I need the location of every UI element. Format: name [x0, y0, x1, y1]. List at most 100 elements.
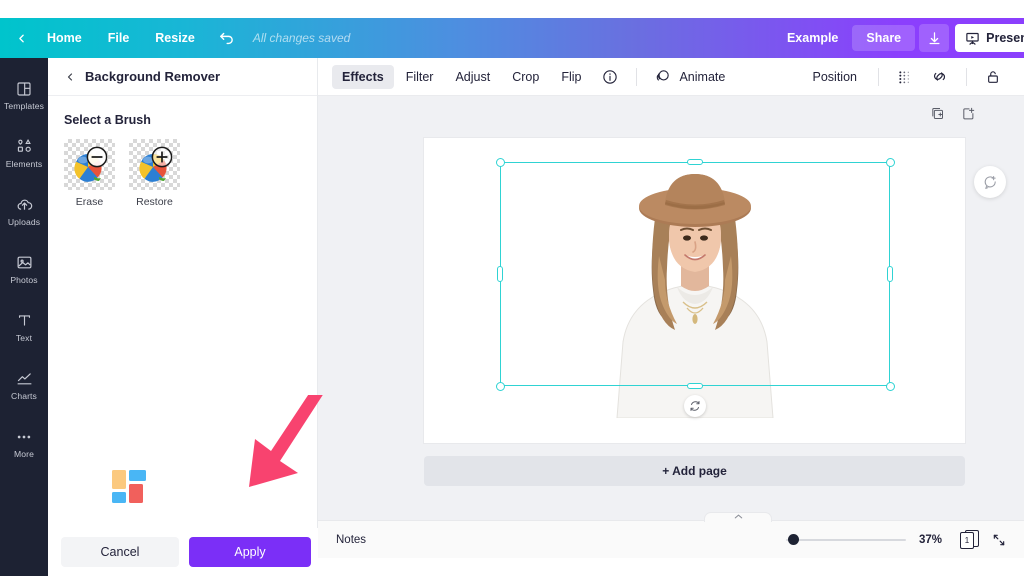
tab-effects[interactable]: Effects	[332, 64, 394, 89]
add-comment-button[interactable]	[974, 166, 1006, 198]
present-button[interactable]: Present	[955, 24, 1024, 52]
beach-ball-plus-icon	[139, 146, 173, 182]
sidebar-label-templates: Templates	[3, 100, 45, 111]
sidebar-item-uploads[interactable]: Uploads	[0, 184, 48, 238]
canva-editor-window: Home File Resize All changes saved Examp…	[0, 0, 1024, 576]
brush-restore-thumbnail	[129, 139, 180, 190]
brush-erase[interactable]: Erase	[64, 139, 115, 208]
zoom-slider-knob[interactable]	[788, 534, 799, 545]
back-button[interactable]	[8, 32, 34, 45]
undo-button[interactable]	[208, 30, 245, 47]
transparency-button[interactable]	[888, 69, 922, 85]
animate-label: Animate	[679, 69, 726, 84]
handle-bottom[interactable]	[687, 383, 703, 389]
brand-logo	[112, 470, 146, 508]
zoom-slider-track	[786, 538, 906, 541]
add-page-button-top[interactable]	[961, 106, 976, 121]
file-menu[interactable]: File	[95, 18, 143, 58]
tab-filter[interactable]: Filter	[396, 65, 444, 89]
panel-title: Background Remover	[85, 69, 221, 84]
sidebar-label-charts: Charts	[11, 390, 37, 401]
animate-button[interactable]: Animate	[646, 63, 733, 90]
tab-flip[interactable]: Flip	[551, 65, 591, 89]
panel-body: Select a Brush Erase Restore	[48, 96, 317, 208]
bottom-bar: Notes 37% 1	[318, 512, 1024, 558]
lock-icon	[988, 70, 998, 83]
handle-left[interactable]	[497, 266, 503, 282]
text-icon	[16, 312, 33, 330]
share-button[interactable]: Share	[852, 25, 916, 51]
panel-back-button[interactable]	[64, 71, 76, 83]
handle-bottom-left[interactable]	[495, 381, 505, 391]
sidebar-item-text[interactable]: Text	[0, 300, 48, 354]
collapse-notes-button[interactable]	[704, 512, 772, 522]
zoom-percent-label: 37%	[919, 533, 943, 546]
canvas-stage: + Add page	[318, 96, 1024, 520]
design-page[interactable]	[424, 138, 965, 443]
tab-crop[interactable]: Crop	[502, 65, 549, 89]
download-button[interactable]	[919, 24, 950, 52]
home-button[interactable]: Home	[34, 18, 95, 58]
info-button[interactable]	[593, 69, 627, 85]
top-bar-right: Example Share Present	[773, 18, 1024, 58]
selection-box[interactable]	[495, 157, 895, 417]
elements-icon	[16, 138, 33, 156]
brush-erase-label: Erase	[75, 196, 104, 208]
notes-button: Notes	[336, 533, 367, 546]
page-count-button[interactable]: 1	[960, 530, 979, 549]
toolbar-divider-2	[878, 67, 879, 86]
toolbar-divider	[636, 67, 638, 86]
sidebar-label-photos: Photos	[10, 274, 38, 285]
duplicate-page-icon	[932, 108, 943, 119]
expand-icon	[993, 534, 1005, 545]
handle-top[interactable]	[687, 159, 703, 165]
toolbar-divider-3	[966, 67, 967, 86]
handle-right[interactable]	[887, 266, 893, 282]
chevron-left-icon	[67, 72, 73, 81]
brush-list: Erase Restore	[64, 139, 301, 208]
chevron-up-icon	[734, 514, 742, 519]
apply-button[interactable]: Apply	[189, 537, 311, 567]
tab-adjust[interactable]: Adjust	[445, 65, 500, 89]
top-bar: Home File Resize All changes saved Examp…	[0, 18, 1024, 58]
sidebar-item-charts[interactable]: Charts	[0, 358, 48, 412]
fullscreen-button[interactable]	[992, 533, 1006, 547]
add-page-button[interactable]: + Add page	[424, 456, 965, 486]
charts-icon	[16, 370, 33, 388]
duplicate-page-button[interactable]	[930, 106, 945, 121]
sidebar-item-elements[interactable]: Elements	[0, 126, 48, 180]
sidebar-item-more[interactable]: More	[0, 416, 48, 470]
templates-icon	[16, 80, 32, 98]
download-icon	[929, 31, 940, 44]
panel-footer: Cancel Apply	[48, 528, 318, 576]
brush-restore[interactable]: Restore	[129, 139, 180, 208]
handle-top-left[interactable]	[495, 157, 505, 167]
sidebar-item-templates[interactable]: Templates	[0, 68, 48, 122]
rotate-icon	[690, 401, 700, 411]
zoom-slider[interactable]	[786, 533, 906, 547]
resize-button[interactable]: Resize	[142, 18, 208, 58]
account-name[interactable]: Example	[773, 31, 852, 45]
add-page-icon	[963, 107, 975, 120]
lock-button[interactable]	[976, 69, 1010, 85]
page-count-label: 1	[960, 532, 974, 549]
transparency-icon	[899, 70, 910, 83]
add-comment-icon	[984, 175, 996, 189]
cancel-button[interactable]: Cancel	[61, 537, 179, 567]
handle-bottom-right[interactable]	[885, 381, 895, 391]
link-button[interactable]	[922, 68, 957, 85]
undo-icon	[220, 32, 233, 44]
select-brush-heading: Select a Brush	[64, 113, 151, 127]
object-toolbar: Effects Filter Adjust Crop Flip Animate …	[318, 58, 1024, 96]
sidebar-label-text: Text	[15, 332, 33, 343]
more-icon	[15, 428, 33, 446]
present-label: Present	[986, 31, 1024, 45]
sidebar-item-photos[interactable]: Photos	[0, 242, 48, 296]
left-icon-rail: Templates Elements Uploads Photos Text C…	[0, 58, 48, 576]
presentation-icon	[966, 32, 979, 45]
brush-restore-label: Restore	[136, 196, 173, 208]
handle-top-right[interactable]	[885, 157, 895, 167]
position-button[interactable]: Position	[801, 65, 869, 89]
beach-ball-minus-icon	[74, 146, 108, 182]
rotate-handle[interactable]	[684, 395, 706, 417]
